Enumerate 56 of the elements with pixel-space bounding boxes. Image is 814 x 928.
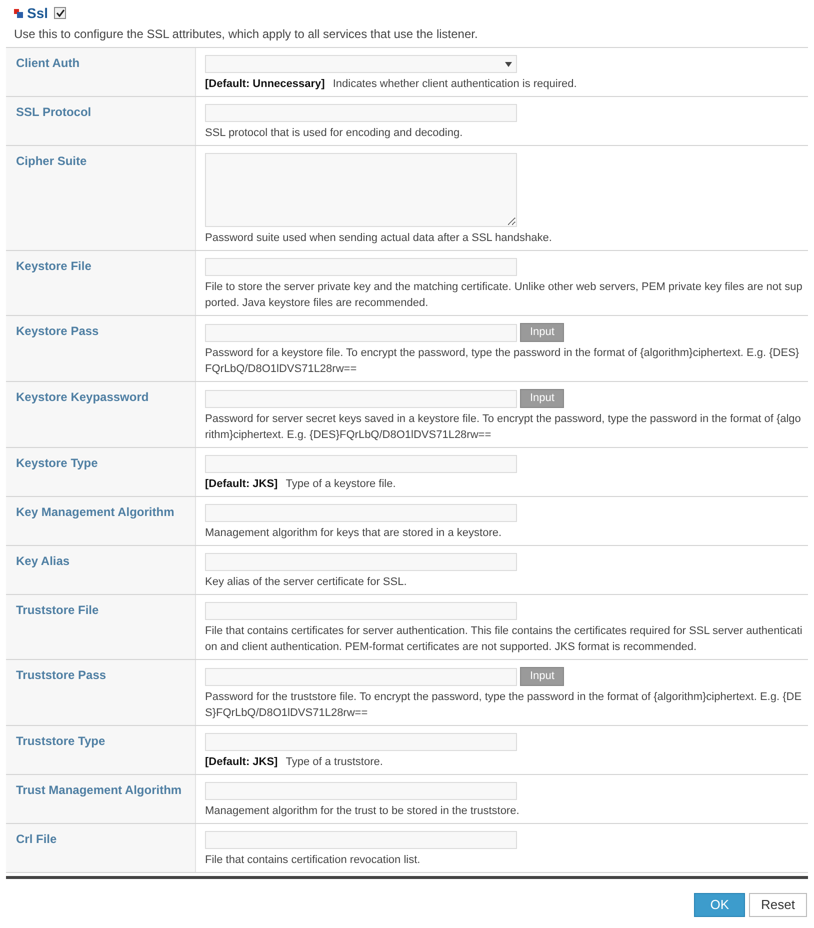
- dropdown[interactable]: [205, 55, 517, 73]
- field-description: Password suite used when sending actual data after a SSL handshake.: [205, 232, 552, 244]
- field-description: Management algorithm for the trust to be stored in the truststore.: [205, 805, 520, 817]
- field-description: Type of a keystore file.: [286, 478, 396, 490]
- input-button[interactable]: Input: [520, 323, 564, 342]
- input-field[interactable]: [205, 324, 517, 342]
- ok-button[interactable]: OK: [694, 893, 746, 917]
- field-label: Client Auth: [16, 56, 80, 70]
- input-field[interactable]: [205, 733, 517, 751]
- field-description: File that contains certification revocation list.: [205, 854, 420, 866]
- field-label: Truststore File: [16, 603, 99, 617]
- section-description: Use this to configure the SSL attributes, which apply to all services that use the listener.: [13, 26, 479, 42]
- input-field[interactable]: [205, 153, 517, 227]
- field-label: Keystore Keypassword: [16, 390, 149, 404]
- field-label: Key Management Algorithm: [16, 505, 174, 519]
- checkbox[interactable]: [54, 7, 66, 19]
- input-field[interactable]: [205, 831, 517, 849]
- section-title: Ssl: [27, 4, 48, 22]
- field-description: Password for a keystore file. To encrypt the password, type the password in the format of {algorithm}ciphertext. E.g. {DES}FQrLbQ/D8O1lDVS71L28rw==: [205, 347, 800, 375]
- default-value: [Default: JKS]: [205, 478, 278, 490]
- field-label: Crl File: [16, 832, 57, 846]
- input-field[interactable]: [205, 504, 517, 522]
- input-field[interactable]: [205, 553, 517, 571]
- input-field[interactable]: [205, 455, 517, 473]
- caret-icon: [505, 62, 512, 66]
- input-button[interactable]: Input: [520, 667, 564, 686]
- field-label: SSL Protocol: [16, 105, 92, 119]
- field-label: Keystore File: [16, 259, 92, 273]
- input-field[interactable]: [205, 782, 517, 800]
- reset-button[interactable]: Reset: [749, 893, 807, 917]
- field-label: Key Alias: [16, 554, 70, 568]
- input-field[interactable]: [205, 104, 517, 122]
- input-field[interactable]: [205, 390, 517, 408]
- field-label: Truststore Pass: [16, 668, 106, 682]
- field-description: Key alias of the server certificate for SSL.: [205, 576, 407, 588]
- field-label: Trust Management Algorithm: [16, 783, 182, 797]
- field-description: Password for server secret keys saved in a keystore file. To encrypt the password, type the password in the format of {algorithm}ciphertext. E.g. {DES}FQrLbQ/D8O1lDVS71L28rw==: [205, 413, 801, 441]
- input-field[interactable]: [205, 668, 517, 686]
- default-value: [Default: Unnecessary]: [205, 78, 325, 90]
- field-description: Password for the truststore file. To encrypt the password, type the password in the format of {algorithm}ciphertext. E.g. {DES}FQrLbQ/D8O1lDVS71L28rw==: [205, 691, 802, 719]
- field-label: Keystore Type: [16, 456, 98, 470]
- section-icon: [14, 8, 23, 18]
- input-button[interactable]: Input: [520, 389, 564, 408]
- field-description: Indicates whether client authentication is required.: [332, 78, 577, 90]
- input-field[interactable]: [205, 258, 517, 276]
- default-value: [Default: JKS]: [205, 756, 278, 768]
- field-description: File that contains certificates for server authentication. This file contains the certificates required for SSL server authentication and client authentication. PEM-format certificates are not supported. JKS format is recommended.: [205, 625, 802, 653]
- field-description: Type of a truststore.: [286, 756, 383, 768]
- field-description: SSL protocol that is used for encoding and decoding.: [205, 127, 463, 139]
- check-icon: [56, 9, 65, 17]
- input-field[interactable]: [205, 602, 517, 620]
- field-label: Keystore Pass: [16, 324, 99, 338]
- field-label: Truststore Type: [16, 734, 106, 748]
- field-description: Management algorithm for keys that are stored in a keystore.: [205, 527, 502, 539]
- field-label: Cipher Suite: [16, 154, 87, 168]
- field-description: File to store the server private key and the matching certificate. Unlike other web servers, PEM private key files are not supported. Java keystore files are recommended.: [205, 281, 802, 309]
